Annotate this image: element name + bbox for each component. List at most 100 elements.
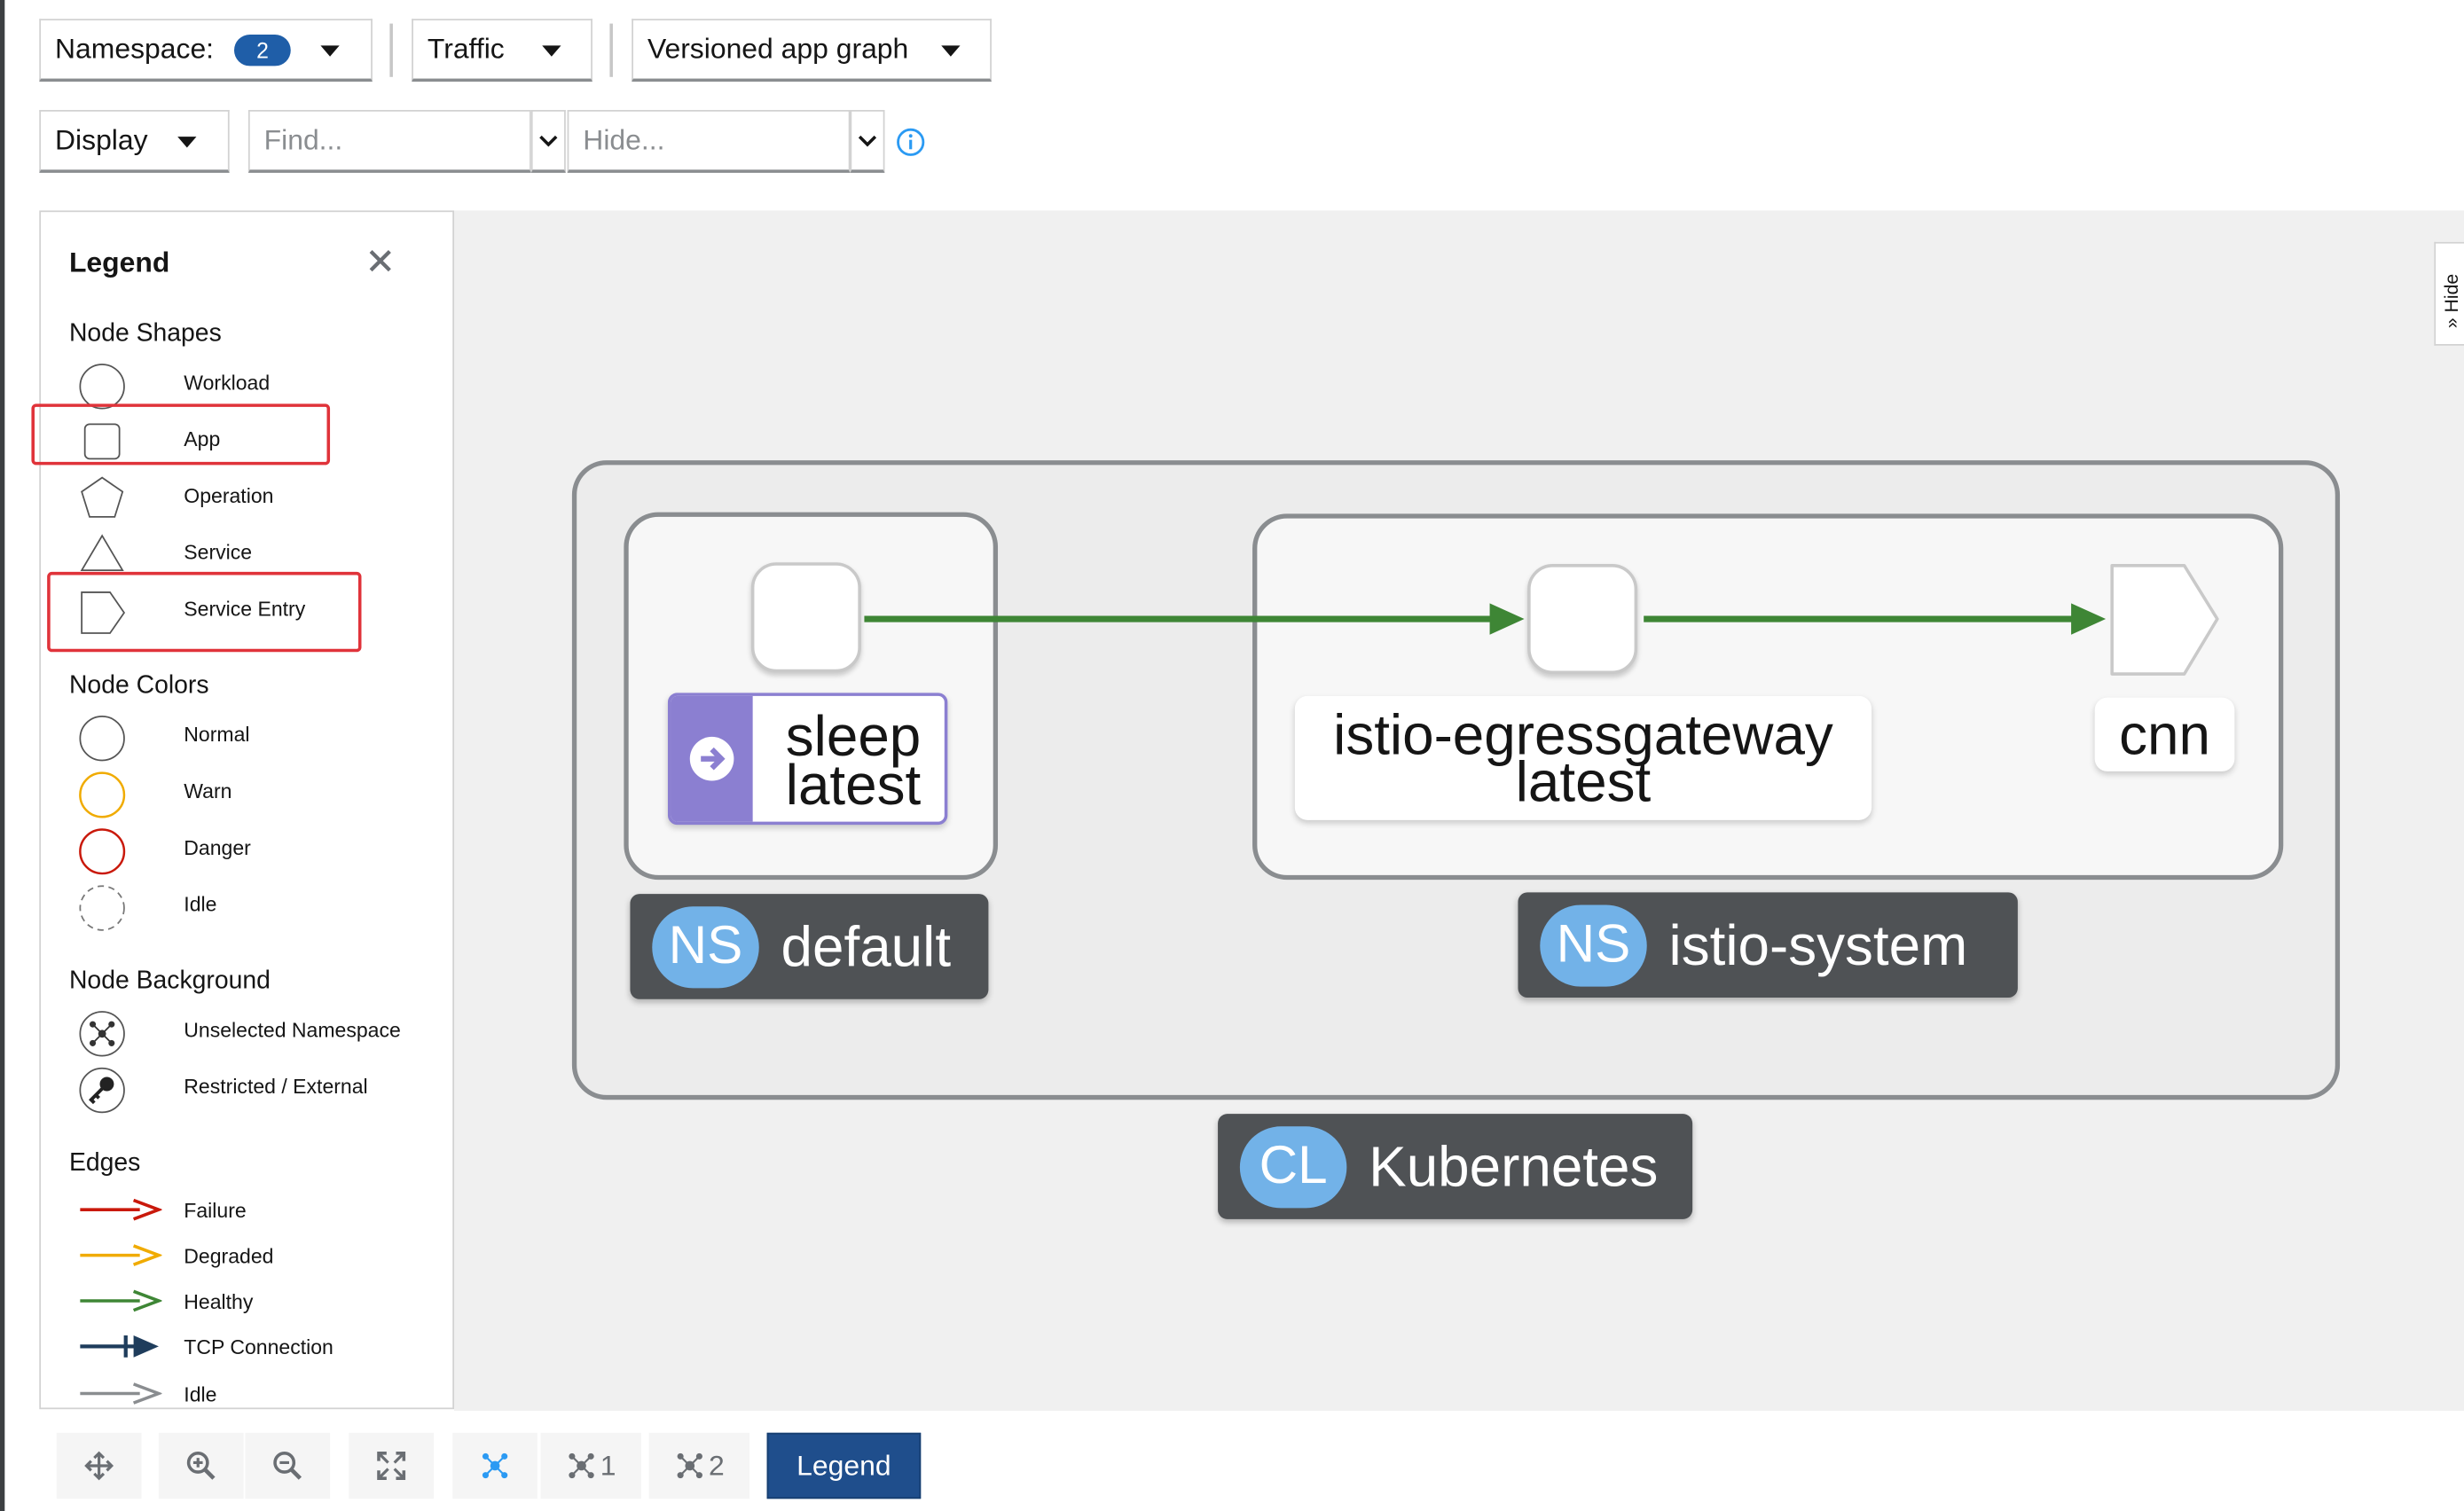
service-entry-node-cnn[interactable]	[2103, 560, 2229, 682]
highlight-box-app	[31, 403, 331, 466]
chevron-down-icon	[858, 134, 877, 146]
hide-label: Hide	[2440, 273, 2463, 313]
highlight-box-service-entry	[47, 571, 362, 653]
tcp-edge-icon	[80, 1335, 159, 1358]
namespace-label: Namespace:	[55, 33, 215, 65]
pan-button[interactable]	[56, 1432, 142, 1499]
namespace-count-badge: 2	[234, 34, 291, 66]
layout-1-label: 1	[600, 1449, 616, 1481]
toolbar-divider	[389, 23, 393, 77]
traffic-dropdown[interactable]: Traffic	[412, 19, 592, 82]
chevron-down-icon	[320, 45, 340, 57]
legend-item-label: Degraded	[184, 1244, 274, 1268]
normal-color-icon	[79, 716, 125, 762]
chevron-down-icon	[177, 137, 197, 148]
legend-section-heading: Node Background	[68, 967, 271, 995]
failure-edge-icon	[80, 1198, 162, 1221]
zoom-in-icon	[186, 1452, 216, 1480]
node-label-sleep[interactable]: sleep latest	[667, 693, 948, 826]
legend-title: Legend	[68, 247, 170, 278]
cluster-label-kubernetes[interactable]: CL Kubernetes	[1218, 1114, 1693, 1219]
legend-section-heading: Node Shapes	[68, 320, 222, 348]
warn-color-icon	[79, 771, 126, 818]
layout-1-button[interactable]: 1	[540, 1432, 641, 1499]
legend-item-label: Workload	[184, 371, 271, 395]
edge-arrowhead	[1489, 603, 1525, 635]
legend-item-label: Normal	[184, 722, 250, 747]
namespace-label-default[interactable]: NS default	[630, 894, 989, 999]
legend-item-label: TCP Connection	[184, 1335, 334, 1359]
cluster-name: Kubernetes	[1369, 1133, 1659, 1198]
chevron-down-icon	[941, 45, 961, 57]
legend-item-label: Restricted / External	[184, 1074, 368, 1099]
legend-item-label: Idle	[184, 892, 217, 916]
idle-edge-icon	[80, 1382, 162, 1405]
find-input[interactable]: Find...	[247, 110, 531, 173]
cluster-badge: CL	[1239, 1125, 1347, 1208]
topology-icon	[482, 1452, 508, 1479]
topology-icon	[677, 1452, 702, 1479]
traffic-label: Traffic	[427, 33, 505, 65]
legend-item-label: Idle	[184, 1382, 217, 1406]
legend-section-heading: Node Colors	[68, 672, 209, 700]
namespace-name: default	[781, 913, 952, 978]
hide-input[interactable]: Hide...	[567, 110, 851, 173]
healthy-edge-icon	[80, 1289, 162, 1312]
display-label: Display	[55, 123, 148, 156]
idle-color-icon	[79, 885, 125, 931]
display-dropdown[interactable]: Display	[39, 110, 230, 173]
danger-color-icon	[79, 828, 126, 875]
edge-arrowhead	[2071, 603, 2107, 635]
legend-item-label: Unselected Namespace	[184, 1018, 401, 1042]
graph-edges	[864, 603, 2107, 635]
graph-type-label: Versioned app graph	[647, 33, 909, 65]
root-node-badge	[671, 695, 753, 822]
hide-history-toggle[interactable]	[850, 110, 885, 173]
legend-item-label: Warn	[184, 779, 232, 803]
legend-item-label: Operation	[184, 483, 274, 508]
legend-panel: Legend Node Shapes Workload App Operatio…	[39, 210, 455, 1410]
namespace-badge: NS	[652, 905, 759, 988]
hide-panel-tab[interactable]: » Hide	[2434, 241, 2464, 346]
layout-2-button[interactable]: 2	[648, 1432, 750, 1499]
double-chevron-icon: »	[2440, 317, 2463, 329]
toolbar-divider	[609, 23, 613, 77]
degraded-edge-icon	[80, 1244, 162, 1266]
expand-icon	[377, 1452, 406, 1480]
service-shape-icon	[80, 534, 124, 572]
app-node-istio-egressgateway[interactable]	[1527, 564, 1638, 675]
legend-item-label: Healthy	[184, 1289, 254, 1314]
node-name: cnn	[2119, 701, 2210, 767]
chevron-down-icon	[542, 45, 561, 57]
chevron-down-icon	[539, 134, 558, 146]
legend-toggle-button[interactable]: Legend	[766, 1432, 922, 1499]
legend-item-label: Danger	[184, 835, 251, 860]
app-node-sleep[interactable]	[750, 562, 861, 673]
close-icon[interactable]	[368, 248, 393, 273]
node-version: latest	[785, 752, 922, 818]
layout-2-label: 2	[709, 1449, 725, 1481]
fit-to-screen-button[interactable]	[349, 1432, 434, 1499]
namespace-label-istio-system[interactable]: NS istio-system	[1518, 892, 2018, 998]
key-icon	[79, 1067, 125, 1114]
zoom-out-button[interactable]	[245, 1432, 331, 1499]
graph-type-dropdown[interactable]: Versioned app graph	[632, 19, 992, 82]
zoom-in-button[interactable]	[158, 1432, 244, 1499]
topology-icon	[569, 1452, 594, 1479]
node-label-istio-egressgateway[interactable]: istio-egressgateway latest	[1294, 695, 1872, 820]
arrow-right-circle-icon	[689, 736, 734, 781]
left-edge-bar	[0, 0, 5, 1511]
info-icon[interactable]	[896, 128, 926, 158]
namespace-name: istio-system	[1668, 912, 1968, 977]
namespace-badge: NS	[1540, 904, 1647, 986]
node-label-cnn[interactable]: cnn	[2094, 697, 2235, 771]
unselected-namespace-icon	[79, 1011, 125, 1057]
legend-section-heading: Edges	[68, 1149, 141, 1178]
legend-item-label: Service	[184, 540, 253, 565]
layout-default-button[interactable]	[452, 1432, 538, 1499]
namespace-dropdown[interactable]: Namespace: 2	[39, 19, 373, 82]
find-history-toggle[interactable]	[530, 110, 566, 173]
zoom-out-icon	[273, 1452, 302, 1480]
hide-placeholder: Hide...	[583, 123, 665, 156]
find-placeholder: Find...	[263, 123, 343, 156]
